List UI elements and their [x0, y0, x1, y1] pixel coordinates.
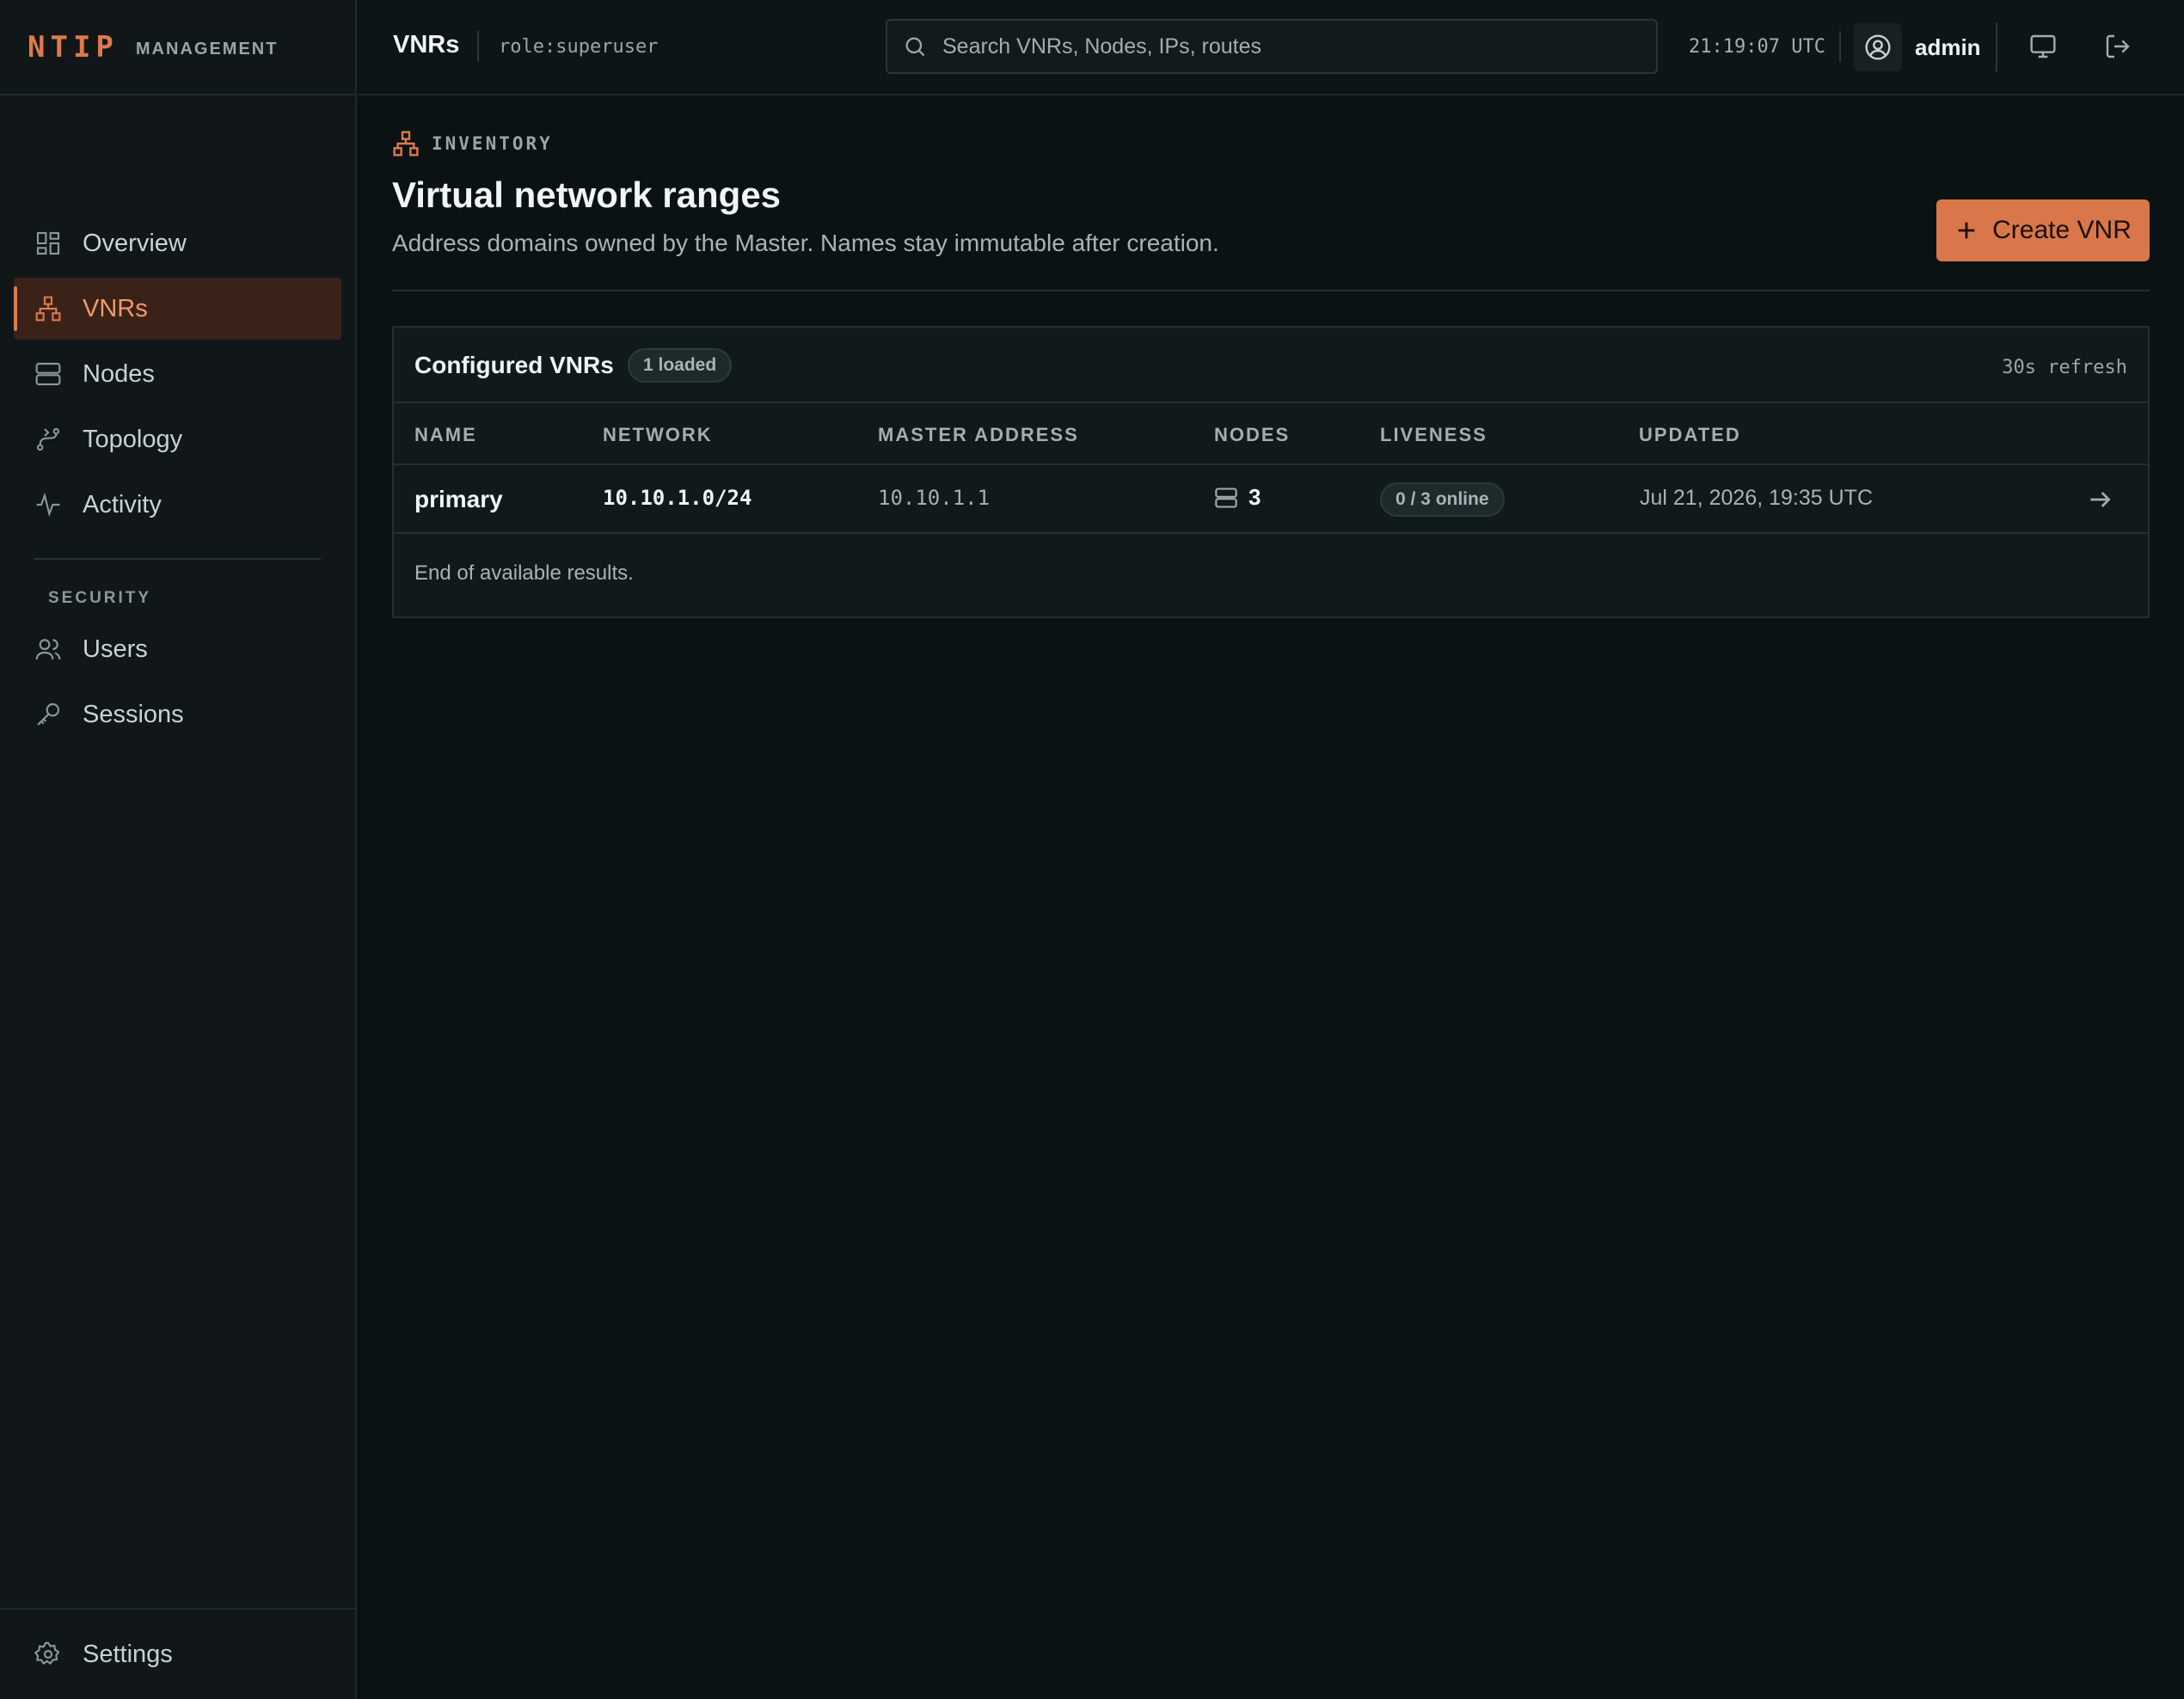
vnr-updated: Jul 21, 2026, 19:35 UTC — [1640, 486, 1873, 510]
display-button[interactable] — [2027, 30, 2059, 63]
column-header[interactable]: NETWORK — [603, 424, 713, 446]
page-subtitle: Address domains owned by the Master. Nam… — [392, 230, 1219, 256]
liveness-badge: 0 / 3 online — [1380, 482, 1505, 517]
eyebrow: INVENTORY — [392, 130, 553, 157]
sidebar-item-nodes[interactable]: Nodes — [14, 343, 341, 405]
clock: 21:19:07 UTC — [1689, 36, 1825, 58]
sidebar-item-label: Nodes — [83, 359, 155, 388]
grid-icon — [36, 231, 60, 255]
column-header[interactable]: LIVENESS — [1380, 424, 1488, 446]
sidebar-item-activity[interactable]: Activity — [14, 474, 341, 536]
create-vnr-label: Create VNR — [1992, 216, 2132, 244]
count-badge: 1 loaded — [628, 348, 733, 383]
refresh-label: 30s refresh — [2002, 357, 2127, 378]
network-icon — [393, 131, 419, 156]
sidebar-nav: Overview VNRs Nodes Topology Activity SE… — [0, 212, 355, 745]
topbar-title: VNRs — [393, 31, 460, 58]
column-header[interactable]: NAME — [414, 424, 477, 446]
users-icon — [35, 639, 61, 660]
sidebar-item-vnrs[interactable]: VNRs — [14, 278, 341, 340]
card-header: Configured VNRs 1 loaded 30s refresh — [394, 328, 2148, 403]
gear-icon — [34, 1641, 60, 1665]
sidebar: NTIP MANAGEMENT Overview VNRs Nodes Topo… — [0, 0, 357, 1699]
column-header[interactable]: MASTER ADDRESS — [878, 424, 1079, 446]
sidebar-item-label: Overview — [83, 229, 187, 257]
sidebar-item-label: VNRs — [83, 294, 148, 322]
plus-icon — [1958, 222, 1975, 239]
card-title: Configured VNRs — [414, 352, 614, 378]
vnr-nodes: 3 — [1214, 484, 1261, 511]
topbar: VNRs role:superuser 21:19:07 UTC admin — [359, 0, 2184, 95]
divider — [1839, 31, 1841, 62]
activity-icon — [36, 492, 60, 518]
sidebar-item-label: Settings — [83, 1640, 173, 1668]
user-circle-icon — [1865, 34, 1891, 60]
brand-logo: NTIP — [28, 29, 119, 64]
sidebar-section-security: SECURITY — [48, 589, 152, 607]
sidebar-item-label: Topology — [83, 425, 183, 453]
arrow-right-icon — [2090, 492, 2111, 507]
table-footer: End of available results. — [414, 561, 634, 585]
sidebar-item-label: Users — [83, 635, 148, 663]
sidebar-item-users[interactable]: Users — [14, 618, 341, 680]
monitor-icon — [2030, 34, 2056, 58]
key-icon — [37, 702, 60, 726]
search-icon — [905, 37, 925, 57]
sidebar-item-settings[interactable]: Settings — [0, 1608, 355, 1699]
avatar[interactable] — [1854, 23, 1902, 71]
sidebar-item-overview[interactable]: Overview — [14, 212, 341, 274]
brand[interactable]: NTIP MANAGEMENT — [0, 0, 355, 95]
table-header: NAME NETWORK MASTER ADDRESS NODES LIVENE… — [394, 403, 2148, 465]
topology-icon — [36, 427, 60, 451]
vnr-name[interactable]: primary — [414, 486, 503, 513]
brand-subtitle: MANAGEMENT — [135, 40, 279, 58]
table-row[interactable]: primary 10.10.1.0/24 10.10.1.1 3 0 / 3 o… — [394, 465, 2148, 534]
sidebar-item-topology[interactable]: Topology — [14, 408, 341, 470]
logout-button[interactable] — [2101, 30, 2134, 63]
sidebar-item-sessions[interactable]: Sessions — [14, 684, 341, 745]
vnr-master-address: 10.10.1.1 — [878, 486, 991, 510]
divider — [392, 290, 2150, 291]
divider — [477, 31, 479, 62]
username[interactable]: admin — [1915, 34, 1981, 61]
column-header[interactable]: NODES — [1214, 424, 1290, 446]
sidebar-item-label: Sessions — [83, 700, 184, 728]
node-count: 3 — [1248, 484, 1261, 510]
eyebrow-label: INVENTORY — [432, 133, 553, 154]
page-title: Virtual network ranges — [392, 175, 782, 215]
create-vnr-button[interactable]: Create VNR — [1936, 199, 2150, 261]
search-input[interactable] — [942, 34, 1630, 59]
role-label: role:superuser — [499, 36, 659, 58]
divider — [1996, 22, 1997, 72]
server-icon — [1215, 487, 1237, 508]
open-row-button[interactable] — [2086, 486, 2113, 513]
logout-icon — [2106, 34, 2130, 58]
search-box[interactable] — [886, 19, 1658, 74]
vnr-network: 10.10.1.0/24 — [603, 486, 752, 510]
server-icon — [35, 362, 61, 386]
vnr-table-card: Configured VNRs 1 loaded 30s refresh NAM… — [392, 326, 2150, 618]
network-icon — [35, 296, 61, 322]
sidebar-item-label: Activity — [83, 490, 162, 518]
column-header[interactable]: UPDATED — [1639, 424, 1741, 446]
